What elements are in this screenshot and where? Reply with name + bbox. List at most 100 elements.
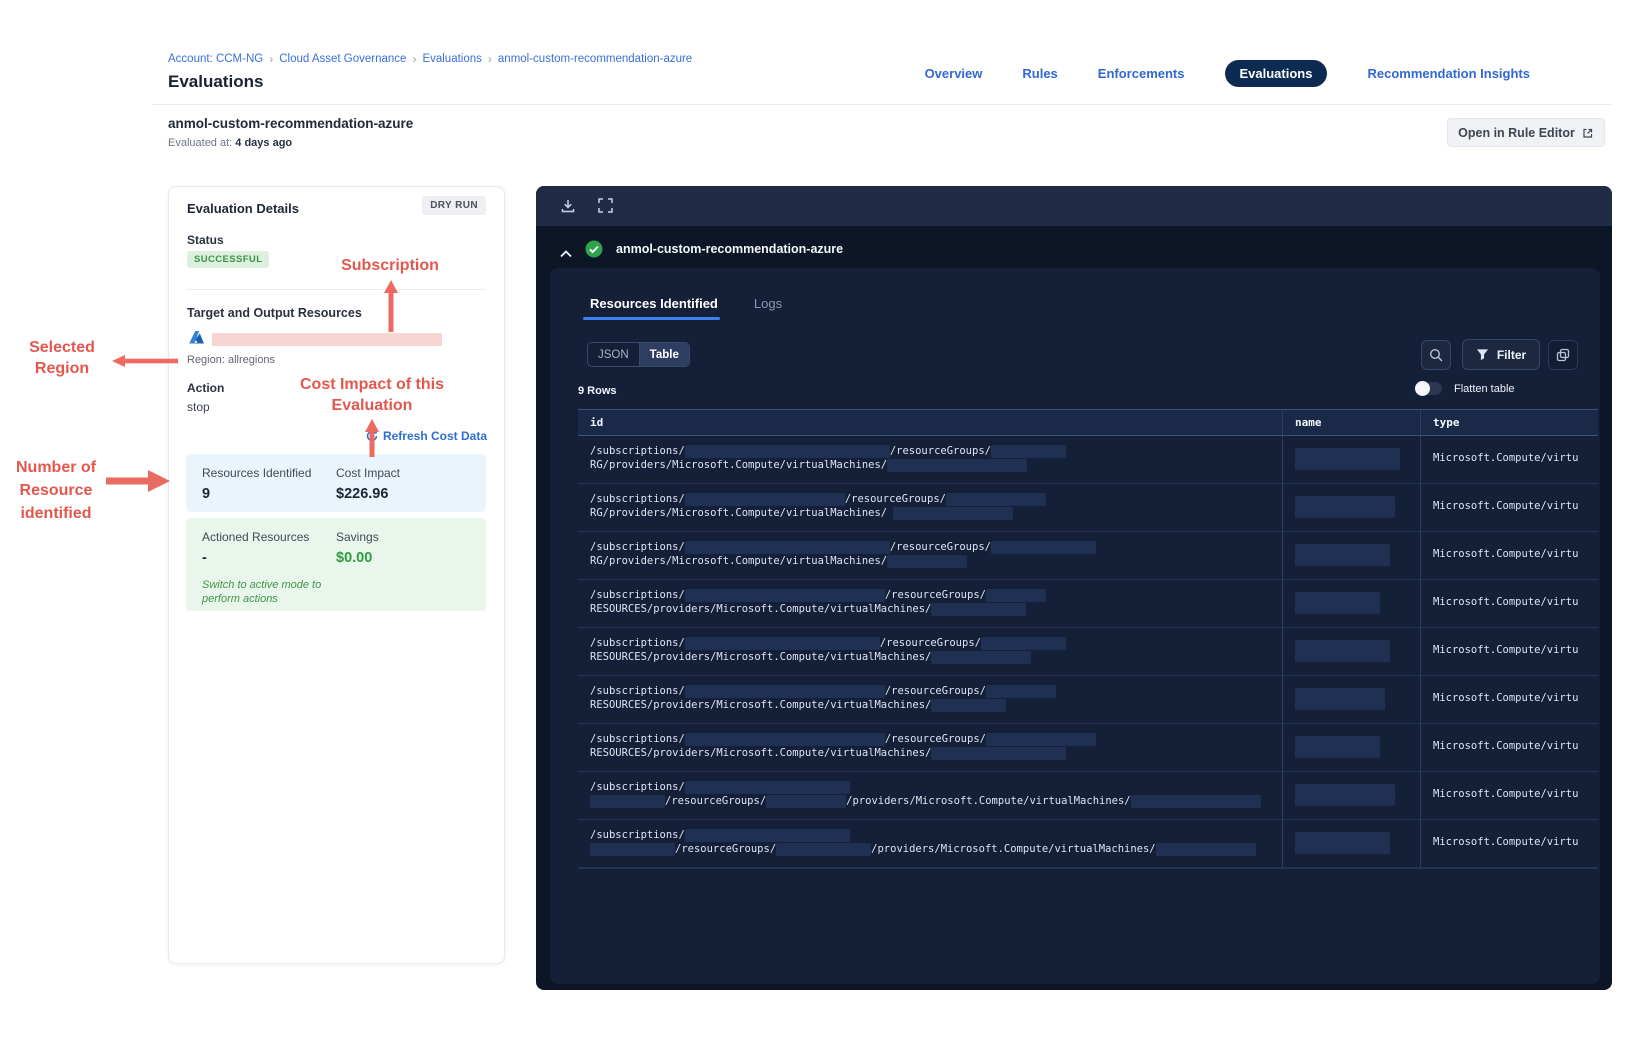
- tab-logs[interactable]: Logs: [754, 296, 782, 311]
- table-row[interactable]: /subscriptions/ /resourceGroups/RG/provid…: [578, 436, 1598, 484]
- cell-id: /subscriptions/ /resourceGroups/RESOURCES…: [578, 676, 1283, 723]
- id-text: /subscriptions/: [590, 685, 685, 697]
- cell-type: Microsoft.Compute/virtu: [1421, 724, 1598, 771]
- redacted-block: [1155, 842, 1256, 856]
- cell-name: [1283, 436, 1421, 483]
- id-text: RESOURCES/providers/Microsoft.Compute/vi…: [590, 651, 932, 663]
- cell-id: /subscriptions/ /resourceGroups/RG/provid…: [578, 532, 1283, 579]
- cell-id: /subscriptions/ /resourceGroups/ /provider…: [578, 820, 1283, 867]
- table-row[interactable]: /subscriptions/ /resourceGroups/ /provider…: [578, 820, 1598, 868]
- copy-button[interactable]: [1548, 340, 1578, 370]
- breadcrumb-item[interactable]: Evaluations: [422, 53, 481, 65]
- id-text: /subscriptions/: [590, 589, 685, 601]
- resource-id-line: RG/providers/Microsoft.Compute/virtualMa…: [590, 506, 1270, 520]
- flatten-table-label: Flatten table: [1454, 382, 1515, 395]
- evaluation-result-header[interactable]: anmol-custom-recommendation-azure: [560, 240, 843, 258]
- chevron-up-icon[interactable]: [560, 245, 572, 258]
- cell-name: [1283, 772, 1421, 819]
- id-text: /resourceGroups/: [884, 733, 986, 745]
- card-title: Evaluation Details: [187, 201, 299, 216]
- redacted-block: [684, 540, 890, 554]
- cell-type: Microsoft.Compute/virtu: [1421, 676, 1598, 723]
- cell-type: Microsoft.Compute/virtu: [1421, 436, 1598, 483]
- cell-id: /subscriptions/ /resourceGroups/RG/provid…: [578, 436, 1283, 483]
- toggle-knob: [1415, 381, 1430, 396]
- resource-id-line: /subscriptions/: [590, 828, 1270, 842]
- id-text: /subscriptions/: [590, 637, 685, 649]
- redacted-block: [684, 588, 885, 602]
- nav-tab-evaluations[interactable]: Evaluations: [1224, 60, 1328, 87]
- filter-funnel-icon: [1476, 348, 1489, 361]
- cell-name: [1283, 676, 1421, 723]
- resource-id-line: /resourceGroups/ /providers/Microsoft.Com…: [590, 842, 1270, 856]
- redacted-block: [931, 698, 1007, 712]
- nav-tab-enforcements[interactable]: Enforcements: [1098, 66, 1185, 81]
- evaluated-at: Evaluated at: 4 days ago: [168, 137, 292, 149]
- flatten-table-toggle[interactable]: [1415, 381, 1442, 396]
- breadcrumb-separator: ›: [412, 52, 417, 66]
- resources-identified-label: Resources Identified: [202, 466, 312, 480]
- resource-id-line: /subscriptions/ /resourceGroups/: [590, 492, 1270, 506]
- fullscreen-icon[interactable]: [598, 198, 614, 214]
- id-text: RESOURCES/providers/Microsoft.Compute/vi…: [590, 747, 932, 759]
- savings-value: $0.00: [336, 550, 373, 566]
- download-icon[interactable]: [560, 198, 576, 214]
- breadcrumb-item[interactable]: Cloud Asset Governance: [279, 53, 406, 65]
- table-row[interactable]: /subscriptions/ /resourceGroups/RG/provid…: [578, 532, 1598, 580]
- nav-tab-overview[interactable]: Overview: [925, 66, 983, 81]
- redacted-block: [1130, 794, 1261, 808]
- resource-id-line: /subscriptions/ /resourceGroups/: [590, 732, 1270, 746]
- result-title: anmol-custom-recommendation-azure: [616, 242, 844, 256]
- refresh-cost-data-link[interactable]: Refresh Cost Data: [366, 429, 487, 443]
- breadcrumb-item[interactable]: anmol-custom-recommendation-azure: [498, 53, 692, 65]
- id-text: /resourceGroups/: [889, 445, 991, 457]
- open-rule-editor-button[interactable]: Open in Rule Editor: [1447, 118, 1605, 147]
- type-value: Microsoft.Compute/virtu: [1433, 596, 1579, 608]
- column-header-type[interactable]: type: [1421, 410, 1598, 435]
- id-text: /resourceGroups/: [884, 685, 986, 697]
- column-header-name[interactable]: name: [1283, 410, 1421, 435]
- result-tabs: Resources Identified Logs: [590, 296, 782, 311]
- table-row[interactable]: /subscriptions/ /resourceGroups/RESOURCES…: [578, 724, 1598, 772]
- annotation-subscription: Subscription: [341, 257, 439, 274]
- breadcrumb-item[interactable]: Account: CCM-NG: [168, 53, 263, 65]
- action-value: stop: [187, 400, 210, 414]
- table-header-row: id name type: [578, 410, 1598, 436]
- redacted-block: [590, 794, 665, 808]
- redacted-block: [980, 636, 1066, 650]
- table-row[interactable]: /subscriptions/ /resourceGroups/RESOURCES…: [578, 580, 1598, 628]
- cell-name: [1283, 580, 1421, 627]
- filter-button[interactable]: Filter: [1462, 339, 1540, 370]
- nav-tab-recommendation-insights[interactable]: Recommendation Insights: [1367, 66, 1530, 81]
- resource-id-line: RG/providers/Microsoft.Compute/virtualMa…: [590, 554, 1270, 568]
- id-text: /resourceGroups/: [889, 541, 991, 553]
- breadcrumb-separator: ›: [269, 52, 274, 66]
- tab-resources-identified[interactable]: Resources Identified: [590, 296, 718, 311]
- search-button[interactable]: [1421, 340, 1451, 370]
- breadcrumb: Account: CCM-NG › Cloud Asset Governance › E…: [168, 52, 692, 66]
- region-value: Region: allregions: [187, 354, 276, 366]
- redacted-name-block: [1295, 736, 1380, 758]
- cell-name: [1283, 484, 1421, 531]
- cell-id: /subscriptions/ /resourceGroups/RG/provid…: [578, 484, 1283, 531]
- table-row[interactable]: /subscriptions/ /resourceGroups/ /provider…: [578, 772, 1598, 820]
- id-text: RESOURCES/providers/Microsoft.Compute/vi…: [590, 603, 932, 615]
- column-header-id[interactable]: id: [578, 410, 1283, 435]
- table-row[interactable]: /subscriptions/ /resourceGroups/RESOURCES…: [578, 676, 1598, 724]
- actioned-resources-value: -: [202, 550, 207, 566]
- resource-id-line: RESOURCES/providers/Microsoft.Compute/vi…: [590, 602, 1270, 616]
- id-text: /subscriptions/: [590, 781, 685, 793]
- number-resources-arrow: [106, 470, 170, 492]
- id-text: /resourceGroups/: [879, 637, 981, 649]
- redacted-block: [684, 828, 850, 842]
- id-text: /subscriptions/: [590, 541, 685, 553]
- id-text: /subscriptions/: [590, 445, 685, 457]
- nav-tab-rules[interactable]: Rules: [1022, 66, 1057, 81]
- results-toolbar: [536, 186, 1612, 226]
- cell-type: Microsoft.Compute/virtu: [1421, 772, 1598, 819]
- table-row[interactable]: /subscriptions/ /resourceGroups/RG/provid…: [578, 484, 1598, 532]
- redacted-block: [684, 732, 885, 746]
- view-toggle-table[interactable]: Table: [639, 343, 689, 366]
- view-toggle-json[interactable]: JSON: [588, 343, 640, 366]
- table-row[interactable]: /subscriptions/ /resourceGroups/RESOURCES…: [578, 628, 1598, 676]
